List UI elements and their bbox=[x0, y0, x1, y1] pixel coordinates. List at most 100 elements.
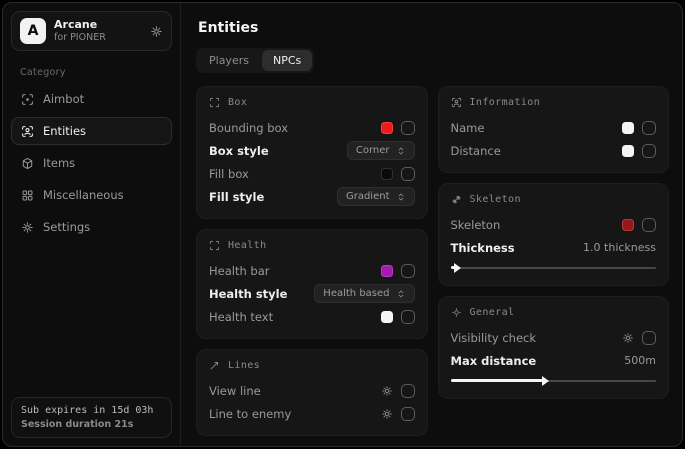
gear-icon[interactable] bbox=[622, 332, 634, 344]
row-label: Fill box bbox=[209, 167, 249, 181]
row-skeleton: Skeleton bbox=[451, 213, 657, 236]
chevrons-up-down-icon bbox=[396, 146, 406, 156]
color-swatch[interactable] bbox=[381, 122, 393, 134]
chevrons-up-down-icon bbox=[396, 289, 406, 299]
package-icon bbox=[21, 157, 34, 170]
color-swatch[interactable] bbox=[381, 311, 393, 323]
sidebar-item-label: Miscellaneous bbox=[43, 188, 124, 202]
brackets-icon bbox=[209, 240, 220, 251]
card-skeleton: Skeleton Skeleton Thickness 1.0 thicknes… bbox=[438, 183, 670, 286]
person-scan-icon bbox=[21, 125, 34, 138]
card-health: Health Health bar Health style Health ba… bbox=[196, 229, 428, 339]
checkbox[interactable] bbox=[401, 407, 415, 421]
thickness-slider[interactable] bbox=[451, 262, 657, 273]
checkbox[interactable] bbox=[401, 167, 415, 181]
crosshair-icon bbox=[21, 93, 34, 106]
checkbox[interactable] bbox=[642, 218, 656, 232]
card-general: General Visibility check Max distance 50… bbox=[438, 296, 670, 399]
color-swatch[interactable] bbox=[622, 122, 634, 134]
diagonal-line-icon bbox=[209, 360, 220, 371]
row-label: Health style bbox=[209, 287, 287, 301]
row-view-line: View line bbox=[209, 379, 415, 402]
app-subtitle: for PIONER bbox=[54, 32, 106, 44]
card-title: Skeleton bbox=[470, 194, 521, 205]
chevrons-up-down-icon bbox=[396, 192, 406, 202]
gear-icon[interactable] bbox=[381, 408, 393, 420]
sub-expiry-text: Sub expires in 15d 03h bbox=[21, 405, 162, 416]
color-swatch[interactable] bbox=[622, 145, 634, 157]
tab-npcs[interactable]: NPCs bbox=[262, 50, 312, 71]
checkbox[interactable] bbox=[401, 264, 415, 278]
row-label: Box style bbox=[209, 144, 269, 158]
checkbox[interactable] bbox=[401, 384, 415, 398]
sidebar-item-items[interactable]: Items bbox=[11, 149, 172, 177]
sidebar-item-label: Aimbot bbox=[43, 92, 84, 106]
row-label: Distance bbox=[451, 144, 501, 158]
color-swatch[interactable] bbox=[381, 168, 393, 180]
max-distance-slider[interactable] bbox=[451, 375, 657, 386]
row-health-style: Health style Health based bbox=[209, 282, 415, 305]
slider-handle[interactable] bbox=[451, 379, 543, 382]
row-label: Visibility check bbox=[451, 331, 537, 345]
row-label: Max distance bbox=[451, 354, 537, 368]
person-scan-icon bbox=[451, 97, 462, 108]
main-panel: Entities Players NPCs Box Bounding box bbox=[181, 3, 682, 446]
color-swatch[interactable] bbox=[381, 265, 393, 277]
checkbox[interactable] bbox=[401, 310, 415, 324]
card-title: Information bbox=[470, 97, 541, 108]
checkbox[interactable] bbox=[642, 331, 656, 345]
card-title: Health bbox=[228, 240, 267, 251]
checkbox[interactable] bbox=[642, 144, 656, 158]
select-value: Gradient bbox=[346, 191, 390, 202]
card-title: Lines bbox=[228, 360, 260, 371]
slider-track[interactable] bbox=[451, 267, 657, 269]
row-label: Health text bbox=[209, 310, 273, 324]
sidebar-item-label: Entities bbox=[43, 124, 86, 138]
sidebar-item-entities[interactable]: Entities bbox=[11, 117, 172, 145]
category-label: Category bbox=[20, 67, 172, 78]
sun-icon bbox=[451, 307, 462, 318]
brand-card: A Arcane for PIONER bbox=[11, 11, 172, 51]
row-fill-style: Fill style Gradient bbox=[209, 185, 415, 208]
app-window: A Arcane for PIONER Category Aimbot Enti… bbox=[2, 2, 683, 447]
sidebar: A Arcane for PIONER Category Aimbot Enti… bbox=[3, 3, 181, 446]
app-title: Arcane bbox=[54, 18, 106, 32]
sidebar-item-settings[interactable]: Settings bbox=[11, 213, 172, 241]
select-value: Corner bbox=[356, 145, 390, 156]
gear-icon[interactable] bbox=[381, 385, 393, 397]
row-thickness: Thickness 1.0 thickness bbox=[451, 236, 657, 259]
row-bounding-box: Bounding box bbox=[209, 116, 415, 139]
box-style-select[interactable]: Corner bbox=[347, 141, 415, 160]
row-line-to-enemy: Line to enemy bbox=[209, 402, 415, 425]
bone-icon bbox=[451, 194, 462, 205]
max-distance-value: 500m bbox=[624, 354, 656, 367]
gear-icon[interactable] bbox=[150, 25, 163, 38]
entity-type-tabs: Players NPCs bbox=[196, 48, 314, 73]
checkbox[interactable] bbox=[642, 121, 656, 135]
row-label: Line to enemy bbox=[209, 407, 291, 421]
row-visibility-check: Visibility check bbox=[451, 326, 657, 349]
sidebar-item-aimbot[interactable]: Aimbot bbox=[11, 85, 172, 113]
row-label: Bounding box bbox=[209, 121, 288, 135]
fill-style-select[interactable]: Gradient bbox=[337, 187, 415, 206]
row-max-distance: Max distance 500m bbox=[451, 349, 657, 372]
row-label: Thickness bbox=[451, 241, 515, 255]
card-title: Box bbox=[228, 97, 247, 108]
row-label: View line bbox=[209, 384, 261, 398]
row-label: Name bbox=[451, 121, 485, 135]
row-health-text: Health text bbox=[209, 305, 415, 328]
gear-icon bbox=[21, 221, 34, 234]
tab-players[interactable]: Players bbox=[198, 50, 260, 71]
health-style-select[interactable]: Health based bbox=[314, 284, 414, 303]
checkbox[interactable] bbox=[401, 121, 415, 135]
card-title: General bbox=[470, 307, 515, 318]
color-swatch[interactable] bbox=[622, 219, 634, 231]
card-box: Box Bounding box Box style Corner bbox=[196, 86, 428, 219]
row-distance: Distance bbox=[451, 139, 657, 162]
sidebar-item-miscellaneous[interactable]: Miscellaneous bbox=[11, 181, 172, 209]
row-health-bar: Health bar bbox=[209, 259, 415, 282]
page-title: Entities bbox=[198, 20, 669, 36]
row-label: Fill style bbox=[209, 190, 264, 204]
subscription-info: Sub expires in 15d 03h Session duration … bbox=[11, 397, 172, 438]
slider-handle[interactable] bbox=[451, 266, 455, 269]
